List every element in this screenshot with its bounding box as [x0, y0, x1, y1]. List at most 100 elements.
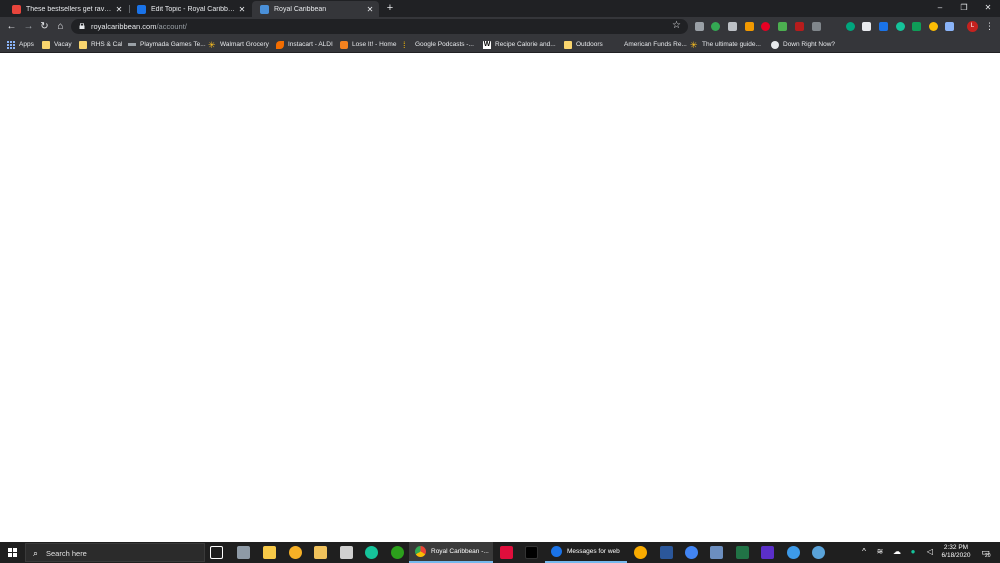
- globe-icon: [771, 40, 779, 49]
- bookmark-apps[interactable]: Apps: [7, 39, 34, 50]
- rss-extension-icon[interactable]: [745, 22, 754, 31]
- close-icon[interactable]: ✕: [237, 5, 247, 14]
- url-text: royalcaribbean.com/account/: [91, 22, 187, 31]
- tab-royal-caribbean[interactable]: Royal Caribbean ✕: [252, 1, 379, 17]
- url-host: royalcaribbean.com: [91, 22, 157, 31]
- bookmark-label: The ultimate guide...: [702, 41, 761, 48]
- folder-icon: [79, 40, 87, 49]
- browser-toolbar: ← → ↻ ⌂ royalcaribbean.com/account/ ☆ L …: [0, 17, 1000, 36]
- walmart-spark-icon: ✳: [208, 39, 216, 50]
- weather-icon[interactable]: [634, 546, 647, 559]
- calculator-icon[interactable]: [340, 546, 353, 559]
- windows-logo-icon: [7, 548, 17, 557]
- bookmark-label: RHS & Cal: [91, 41, 123, 48]
- back-icon[interactable]: ←: [5, 20, 18, 33]
- honey-extension-icon[interactable]: [846, 22, 855, 31]
- clock-time: 2:32 PM: [943, 544, 969, 551]
- bookmark-label: American Funds Re...: [624, 41, 687, 48]
- instacart-carrot-icon: [276, 40, 284, 49]
- color-extension-icon[interactable]: [778, 22, 787, 31]
- chrome-extension-icon[interactable]: [929, 22, 938, 31]
- clock-date: 6/18/2020: [941, 552, 971, 559]
- bookmark-vacay[interactable]: Vacay: [42, 39, 72, 50]
- bookmark-recipe-calorie[interactable]: W Recipe Calorie and...: [483, 39, 556, 50]
- bookmark-walmart-grocery[interactable]: ✳ Walmart Grocery: [208, 39, 269, 50]
- bookmark-google-podcasts[interactable]: ⁞ Google Podcasts -...: [403, 39, 474, 50]
- bookmark-label: Walmart Grocery: [220, 41, 269, 48]
- chevron-up-icon[interactable]: ^: [859, 547, 869, 557]
- windows-taskbar: ⌕ Search here Royal Caribbean -... Messa…: [0, 542, 1000, 563]
- new-tab-icon[interactable]: +: [385, 3, 395, 14]
- notification-center[interactable]: ▭ 20: [979, 546, 992, 559]
- clock[interactable]: 2:32 PM 6/18/2020: [936, 544, 976, 560]
- tab-edit-topic[interactable]: Edit Topic - Royal Caribbean Blog ✕: [129, 1, 251, 17]
- globe-icon[interactable]: [812, 546, 825, 559]
- grammarly-icon[interactable]: [896, 22, 905, 31]
- bookmark-playmada[interactable]: Playmada Games Te...: [128, 39, 206, 50]
- quickbooks-icon[interactable]: [391, 546, 404, 559]
- check-extension-icon[interactable]: [912, 22, 921, 31]
- norton-icon[interactable]: [289, 546, 302, 559]
- home-icon[interactable]: ⌂: [54, 20, 67, 33]
- excel-icon[interactable]: [736, 546, 749, 559]
- grammarly-icon[interactable]: [365, 546, 378, 559]
- yahoo-icon[interactable]: [761, 546, 774, 559]
- taskbar-search[interactable]: ⌕ Search here: [25, 543, 205, 562]
- hulu-icon[interactable]: [525, 546, 538, 559]
- close-icon[interactable]: ✕: [114, 5, 124, 14]
- scanner-icon[interactable]: [710, 546, 723, 559]
- bookmark-lose-it[interactable]: Lose It! - Home: [340, 39, 396, 50]
- taskbar-app-messages[interactable]: Messages for web: [545, 542, 627, 563]
- walmart-spark-icon: ✳: [690, 39, 698, 50]
- bookmark-label: Google Podcasts -...: [415, 41, 474, 48]
- reload-icon[interactable]: ↻: [38, 20, 51, 33]
- folder-icon: [564, 40, 572, 49]
- pdf-extension-icon[interactable]: [795, 22, 804, 31]
- wifi-icon[interactable]: ≋: [875, 547, 885, 557]
- taskbar-app-chrome[interactable]: Royal Caribbean -...: [409, 542, 493, 563]
- extension-icon[interactable]: [812, 22, 821, 31]
- file-explorer-icon[interactable]: [263, 546, 276, 559]
- bookmark-american-funds[interactable]: American Funds Re...: [612, 39, 687, 50]
- shield-extension-icon[interactable]: [695, 22, 704, 31]
- restore-icon[interactable]: ❐: [954, 2, 974, 14]
- bookmark-rhs-cal[interactable]: RHS & Cal: [79, 39, 122, 50]
- volume-icon[interactable]: ◁: [925, 547, 935, 557]
- google-podcasts-icon: ⁞: [403, 39, 406, 50]
- bookmark-down-right-now[interactable]: Down Right Now?: [771, 39, 835, 50]
- forward-icon[interactable]: →: [22, 20, 35, 33]
- bookmark-star-icon[interactable]: ☆: [672, 20, 681, 31]
- file-manager-icon[interactable]: [237, 546, 250, 559]
- bookmark-label: Instacart - ALDI: [288, 41, 333, 48]
- docs-extension-icon[interactable]: [879, 22, 888, 31]
- lock-icon: [79, 23, 85, 29]
- profile-avatar[interactable]: L: [967, 21, 978, 32]
- extensions-puzzle-icon[interactable]: [945, 22, 954, 31]
- page-extension-icon[interactable]: [862, 22, 871, 31]
- apps-grid-icon: [7, 40, 15, 49]
- grammarly-tray-icon[interactable]: ●: [908, 547, 918, 557]
- sticky-notes-icon[interactable]: [314, 546, 327, 559]
- bookmark-label: Recipe Calorie and...: [495, 41, 556, 48]
- blog-favicon-icon: [137, 4, 146, 14]
- task-view-icon[interactable]: [210, 546, 223, 559]
- edge-icon[interactable]: [787, 546, 800, 559]
- onedrive-icon[interactable]: ☁: [892, 547, 902, 557]
- bookmark-ultimate-guide[interactable]: ✳ The ultimate guide...: [690, 39, 761, 50]
- bookmark-outdoors[interactable]: Outdoors: [564, 39, 603, 50]
- address-bar[interactable]: royalcaribbean.com/account/ ☆: [71, 19, 688, 34]
- search-placeholder: Search here: [46, 549, 87, 558]
- quora-icon[interactable]: [500, 546, 513, 559]
- word-icon[interactable]: [660, 546, 673, 559]
- close-icon[interactable]: ✕: [365, 5, 375, 14]
- extension-icon[interactable]: [728, 22, 737, 31]
- more-menu-icon[interactable]: ⋮: [985, 21, 994, 32]
- download-extension-icon[interactable]: [711, 22, 720, 31]
- close-window-icon[interactable]: ✕: [978, 2, 998, 14]
- pinterest-icon[interactable]: [761, 22, 770, 31]
- cloud-icon[interactable]: [685, 546, 698, 559]
- minimize-icon[interactable]: –: [930, 2, 950, 14]
- bookmark-instacart[interactable]: Instacart - ALDI: [276, 39, 333, 50]
- start-button[interactable]: [0, 542, 24, 563]
- tab-bestsellers[interactable]: These bestsellers get rave reviews ✕: [4, 1, 128, 17]
